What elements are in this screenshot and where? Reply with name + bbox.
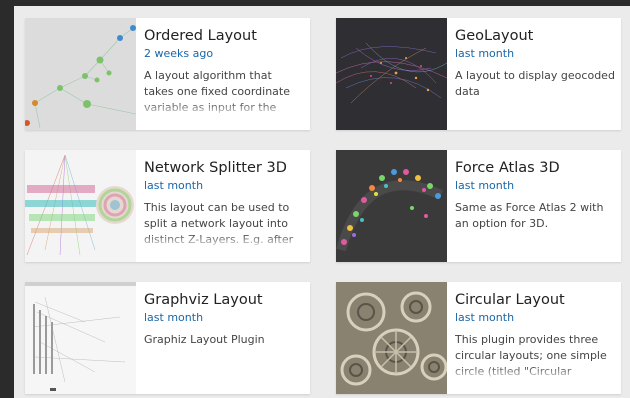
plugin-date: last month <box>455 47 515 60</box>
plugin-card-ordered-layout[interactable]: Ordered Layout 2 weeks ago A layout algo… <box>25 18 310 130</box>
plugin-title[interactable]: Force Atlas 3D <box>455 159 615 177</box>
plugin-grid: Ordered Layout 2 weeks ago A layout algo… <box>14 6 630 398</box>
plugin-description: This plugin provides three circular layo… <box>455 332 615 384</box>
network-splitter-thumbnail <box>25 150 136 262</box>
plugin-description: A layout to display geocoded data <box>455 68 615 120</box>
plugin-title[interactable]: Network Splitter 3D <box>144 159 304 177</box>
plugin-card-force-atlas-3d[interactable]: Force Atlas 3D last month Same as Force … <box>336 150 621 262</box>
plugin-date: last month <box>144 179 204 192</box>
plugin-description: A layout algorithm that takes one fixed … <box>144 68 304 120</box>
plugin-card-geolayout[interactable]: GeoLayout last month A layout to display… <box>336 18 621 130</box>
plugin-description: Graphiz Layout Plugin <box>144 332 304 384</box>
plugin-title[interactable]: Ordered Layout <box>144 27 304 45</box>
plugin-date: 2 weeks ago <box>144 47 214 60</box>
plugin-title[interactable]: GeoLayout <box>455 27 615 45</box>
geolayout-thumbnail <box>336 18 447 130</box>
plugin-card-circular-layout[interactable]: Circular Layout last month This plugin p… <box>336 282 621 394</box>
plugin-date: last month <box>455 311 515 324</box>
plugin-title[interactable]: Graphviz Layout <box>144 291 304 309</box>
plugin-card-network-splitter-3d[interactable]: Network Splitter 3D last month This layo… <box>25 150 310 262</box>
plugin-description: Same as Force Atlas 2 with an option for… <box>455 200 615 252</box>
plugin-date: last month <box>455 179 515 192</box>
plugin-date: last month <box>144 311 204 324</box>
plugin-card-graphviz-layout[interactable]: Graphviz Layout last month Graphiz Layou… <box>25 282 310 394</box>
ordered-layout-thumbnail <box>25 18 136 130</box>
circular-layout-thumbnail <box>336 282 447 394</box>
force-atlas-thumbnail <box>336 150 447 262</box>
graphviz-thumbnail <box>25 282 136 394</box>
plugin-description: This layout can be used to split a netwo… <box>144 200 304 252</box>
plugin-title[interactable]: Circular Layout <box>455 291 615 309</box>
